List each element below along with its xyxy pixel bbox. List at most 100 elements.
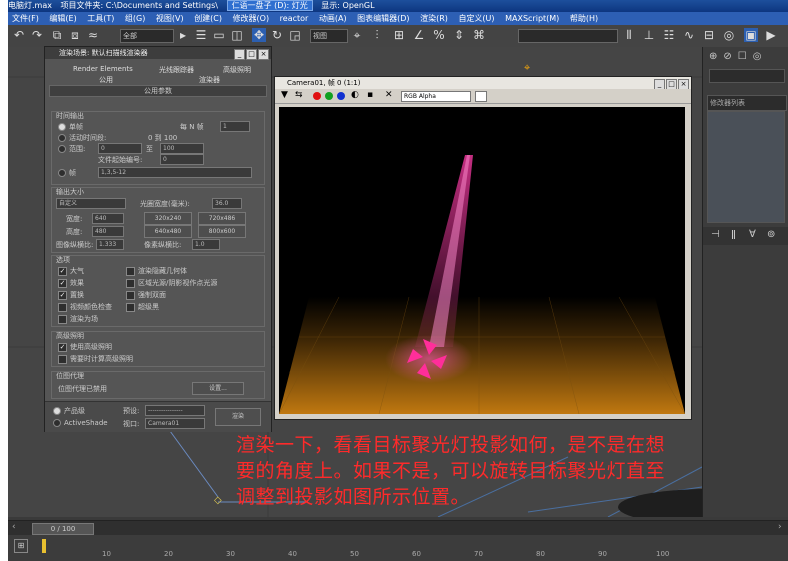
unlink-icon[interactable]: ⧈ bbox=[68, 28, 82, 42]
named-selection-icon[interactable]: ⌘ bbox=[472, 28, 486, 42]
menu-tools[interactable]: 工具(T) bbox=[87, 14, 114, 23]
red-channel-icon[interactable] bbox=[313, 92, 321, 100]
scale-icon[interactable]: ◲ bbox=[288, 28, 302, 42]
menu-reactor[interactable]: reactor bbox=[280, 14, 309, 23]
undo-icon[interactable]: ↶ bbox=[12, 28, 26, 42]
tab-render-elements[interactable]: Render Elements bbox=[73, 65, 133, 73]
timeline-left-arrow-icon[interactable]: ‹ bbox=[12, 522, 16, 532]
current-frame-marker[interactable] bbox=[42, 539, 46, 553]
menu-views[interactable]: 视图(V) bbox=[156, 14, 184, 23]
bind-space-warp-icon[interactable]: ≈ bbox=[86, 28, 100, 42]
monochrome-icon[interactable]: ▪ bbox=[367, 90, 373, 100]
move-icon[interactable]: ✥ bbox=[252, 28, 266, 42]
menu-graph-editors[interactable]: 图表编辑器(D) bbox=[357, 14, 409, 23]
range-from-field[interactable]: 0 bbox=[98, 143, 142, 154]
time-slider-track[interactable]: ‹ 0 / 100 › bbox=[8, 520, 788, 535]
menu-rendering[interactable]: 渲染(R) bbox=[420, 14, 448, 23]
pivot-icon[interactable]: ⌖ bbox=[350, 28, 364, 42]
production-radio[interactable]: 产品级 bbox=[53, 406, 85, 416]
height-field[interactable]: 480 bbox=[92, 226, 124, 237]
green-channel-icon[interactable] bbox=[325, 92, 333, 100]
common-parameters-rollout[interactable]: 公用参数 bbox=[49, 85, 267, 97]
curve-editor-icon[interactable]: ∿ bbox=[682, 28, 696, 42]
output-preset-select[interactable]: 自定义 bbox=[56, 198, 126, 209]
selection-filter-select[interactable]: 全部 bbox=[120, 29, 174, 43]
render-hidden-checkbox[interactable]: 渲染隐藏几何体 bbox=[126, 266, 187, 276]
time-slider[interactable]: 0 / 100 bbox=[32, 523, 94, 535]
modifier-stack[interactable] bbox=[707, 111, 785, 223]
layer-manager-icon[interactable]: ☷ bbox=[662, 28, 676, 42]
object-name-field[interactable] bbox=[709, 69, 785, 83]
use-advanced-lighting-checkbox[interactable]: ✓ 使用高级照明 bbox=[58, 342, 112, 352]
clear-icon[interactable]: ✕ bbox=[385, 90, 393, 100]
preset-800x600-button[interactable]: 800x600 bbox=[198, 225, 246, 238]
mini-curve-editor-icon[interactable]: ⊞ bbox=[14, 539, 28, 553]
command-panel-tabs[interactable]: ⊕⊘☐◎ bbox=[709, 51, 767, 62]
bitmap-proxies-setup-button[interactable]: 设置... bbox=[192, 382, 244, 395]
preset-720x486-button[interactable]: 720x486 bbox=[198, 212, 246, 225]
alpha-channel-icon[interactable]: ◐ bbox=[351, 90, 359, 100]
activeshade-radio[interactable]: ActiveShade bbox=[53, 419, 108, 427]
window-crossing-icon[interactable]: ◫ bbox=[230, 28, 244, 42]
area-lights-checkbox[interactable]: 区域光源/阴影视作点光源 bbox=[126, 278, 217, 288]
color-swatch[interactable] bbox=[475, 91, 487, 102]
named-selection-select[interactable] bbox=[518, 29, 618, 43]
frames-field[interactable]: 1,3,5-12 bbox=[98, 167, 252, 178]
image-aspect-field[interactable]: 1.333 bbox=[96, 239, 124, 250]
compute-advanced-lighting-checkbox[interactable]: 需要时计算高级照明 bbox=[58, 354, 133, 364]
range-radio[interactable]: 范围: bbox=[58, 144, 85, 154]
menu-create[interactable]: 创建(C) bbox=[194, 14, 222, 23]
effects-checkbox[interactable]: ✓ 效果 bbox=[58, 278, 84, 288]
show-end-result-icon[interactable]: ǁ bbox=[731, 229, 736, 240]
file-number-base-field[interactable]: 0 bbox=[160, 154, 204, 165]
menu-edit[interactable]: 编辑(E) bbox=[49, 14, 76, 23]
menu-help[interactable]: 帮助(H) bbox=[570, 14, 598, 23]
render-setup-icon[interactable]: ▣ bbox=[744, 28, 758, 42]
schematic-view-icon[interactable]: ⊟ bbox=[702, 28, 716, 42]
align-icon[interactable]: ⊥ bbox=[642, 28, 656, 42]
save-bitmap-icon[interactable]: ▼ bbox=[281, 90, 288, 100]
clone-window-icon[interactable]: ⇆ bbox=[295, 90, 303, 100]
render-button[interactable]: 渲染 bbox=[215, 408, 261, 426]
configure-sets-icon[interactable]: ⊚ bbox=[767, 229, 775, 240]
menu-customize[interactable]: 自定义(U) bbox=[458, 14, 494, 23]
snap-icon[interactable]: ⊞ bbox=[392, 28, 406, 42]
active-segment-radio[interactable]: 活动时间段: bbox=[58, 133, 106, 143]
menu-animation[interactable]: 动画(A) bbox=[319, 14, 347, 23]
frames-radio[interactable]: 帧 bbox=[58, 168, 76, 178]
blue-channel-icon[interactable] bbox=[337, 92, 345, 100]
rotate-icon[interactable]: ↻ bbox=[270, 28, 284, 42]
preset-640x480-button[interactable]: 640x480 bbox=[144, 225, 192, 238]
viewport-select[interactable]: Camera01 bbox=[145, 418, 205, 429]
channel-select[interactable]: RGB Alpha bbox=[401, 91, 471, 102]
menu-maxscript[interactable]: MAXScript(M) bbox=[505, 14, 559, 23]
redo-icon[interactable]: ↷ bbox=[30, 28, 44, 42]
render-to-fields-checkbox[interactable]: 渲染为场 bbox=[58, 314, 98, 324]
track-bar[interactable]: ⊞ 10 20 30 40 50 60 70 80 90 100 bbox=[8, 535, 788, 561]
spinner-snap-icon[interactable]: ⇕ bbox=[452, 28, 466, 42]
aperture-field[interactable]: 36.0 bbox=[212, 198, 242, 209]
tab-raytracer[interactable]: 光线跟踪器 bbox=[159, 65, 194, 75]
pixel-aspect-field[interactable]: 1.0 bbox=[192, 239, 220, 250]
quick-render-icon[interactable]: ▶ bbox=[764, 28, 778, 42]
timeline-right-arrow-icon[interactable]: › bbox=[778, 522, 782, 532]
angle-snap-icon[interactable]: ∠ bbox=[412, 28, 426, 42]
tab-advanced-lighting[interactable]: 高级照明 bbox=[223, 65, 251, 75]
link-icon[interactable]: ⧉ bbox=[50, 28, 64, 42]
pin-stack-icon[interactable]: ⊣ bbox=[711, 229, 720, 240]
region-select-icon[interactable]: ▭ bbox=[212, 28, 226, 42]
tab-renderer[interactable]: 渲染器 bbox=[199, 75, 220, 85]
material-editor-icon[interactable]: ◎ bbox=[722, 28, 736, 42]
modifier-list-dropdown[interactable]: 修改器列表 bbox=[707, 95, 787, 111]
reference-coord-select[interactable]: 视图 bbox=[310, 29, 348, 43]
menu-modifiers[interactable]: 修改器(O) bbox=[233, 14, 270, 23]
atmospherics-checkbox[interactable]: ✓ 大气 bbox=[58, 266, 84, 276]
mirror-icon[interactable]: ⫶ bbox=[370, 28, 384, 42]
width-field[interactable]: 640 bbox=[92, 213, 124, 224]
preset-320x240-button[interactable]: 320x240 bbox=[144, 212, 192, 225]
menu-group[interactable]: 组(G) bbox=[125, 14, 145, 23]
range-to-field[interactable]: 100 bbox=[160, 143, 204, 154]
spotlight-target-icon[interactable]: ◇ bbox=[214, 495, 222, 506]
force-2sided-checkbox[interactable]: 强制双面 bbox=[126, 290, 166, 300]
select-by-name-icon[interactable]: ☰ bbox=[194, 28, 208, 42]
